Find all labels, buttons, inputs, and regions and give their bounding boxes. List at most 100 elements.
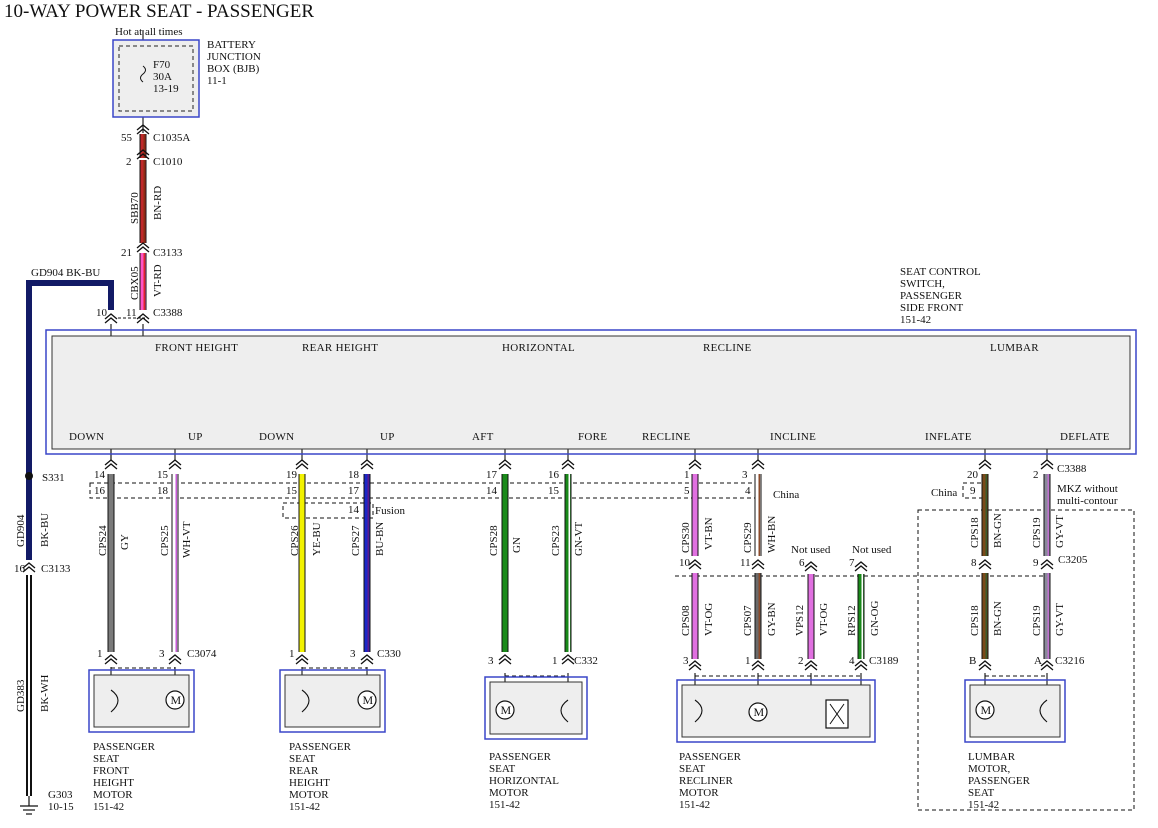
c3205-connector-icon-8-2 (978, 563, 992, 570)
alt-connector-box (89, 482, 757, 499)
circuit-cps29: CPS29 (742, 522, 754, 553)
c3205-connector-icon-6-2 (688, 563, 702, 570)
note-china-recline: China (773, 489, 799, 501)
circuit-cps27: CPS27 (350, 525, 362, 556)
switch-pin-connector-icon-3-2 (360, 463, 374, 470)
c3388-feed-connector-icon-2 (136, 317, 150, 324)
pin-cps24: 14 (94, 469, 106, 481)
color-cps18-lower: BN-GN (992, 601, 1004, 636)
c3133-feed-connector-icon-2 (136, 246, 150, 253)
mpin-cps07: 1 (745, 655, 751, 667)
motor-label-recliner: PASSENGER SEAT RECLINER MOTOR 151-42 (679, 751, 742, 811)
mpin-cps19: A (1034, 655, 1042, 667)
wiring-diagram: M M M M M 10-WAY POWER SEAT - PASSENGER Hot … (4, 1, 1137, 815)
switch-pin-connector-icon-6-2 (688, 463, 702, 470)
function-horizontal: HORIZONTAL (502, 342, 575, 354)
svg-text:HORIZONTAL: HORIZONTAL (489, 775, 559, 787)
bjb-name-4: 11-1 (207, 75, 227, 87)
circuit-cps19-lower: CPS19 (1031, 605, 1043, 636)
circuit-rps12: RPS12 (846, 605, 858, 636)
motor-pin-connector-icon-2-2 (295, 658, 309, 665)
circuit-cps18-lower: CPS18 (969, 605, 981, 636)
pin-cps27: 18 (348, 469, 360, 481)
note-mkz-2: multi-contour (1057, 495, 1118, 507)
switch-name-1: SEAT CONTROL (900, 266, 981, 278)
battery-junction-box: Hot at all times BATTERY JUNCTION BOX (B… (112, 26, 261, 118)
c3216-label: C3216 (1055, 655, 1085, 667)
svg-text:MOTOR: MOTOR (489, 787, 529, 799)
svg-text:SEAT: SEAT (93, 753, 120, 765)
mpin-cps25: 3 (159, 648, 165, 660)
gd383-circuit: GD383 (15, 679, 27, 712)
svg-text:LUMBAR: LUMBAR (968, 751, 1016, 763)
diagram-title: 10-WAY POWER SEAT - PASSENGER (4, 1, 314, 22)
circuit-cps26: CPS26 (289, 525, 301, 556)
c330-label: C330 (377, 648, 401, 660)
g303-ref: 10-15 (48, 801, 74, 813)
color-cps19-upper: GY-VT (1054, 515, 1066, 548)
gd904-circuit: GD904 (15, 514, 27, 547)
alt-pin-cps18: 9 (970, 485, 976, 497)
mpin-cps24: 1 (97, 648, 103, 660)
mid-pin-cps19: 9 (1033, 557, 1039, 569)
svg-text:151-42: 151-42 (679, 799, 710, 811)
pin-cps19: 2 (1033, 469, 1039, 481)
mpin-cps08: 3 (683, 655, 689, 667)
svg-text:SEAT: SEAT (968, 787, 995, 799)
position-inflate: INFLATE (925, 431, 972, 443)
c1010-pin: 2 (126, 156, 132, 168)
mid-pin-cps29: 11 (740, 557, 751, 569)
mpin-cps23: 1 (552, 655, 558, 667)
note-mkz-1: MKZ without (1057, 483, 1118, 495)
c1035a-pin: 55 (121, 132, 133, 144)
motor-pin-connector-icon-1-2 (168, 658, 182, 665)
position-aft: AFT (472, 431, 494, 443)
svg-text:MOTOR,: MOTOR, (968, 763, 1011, 775)
position-up-rear: UP (380, 431, 395, 443)
rear-height-motor-icon-letter: M (363, 693, 374, 707)
gd904-color: BK-BU (39, 513, 51, 547)
mid-pin-cps30: 10 (679, 557, 691, 569)
note-china-lumbar: China (931, 487, 957, 499)
color-cps24: GY (119, 534, 131, 550)
motor-pin-connector-icon-0-2 (104, 658, 118, 665)
c332-label: C332 (574, 655, 598, 667)
color-cps29: WH-BN (766, 516, 778, 553)
svg-text:SEAT: SEAT (679, 763, 706, 775)
alt-pin-cps24: 16 (94, 485, 106, 497)
svg-text:PASSENGER: PASSENGER (93, 741, 156, 753)
circuit-cps23: CPS23 (550, 525, 562, 556)
not-used-connector-icon-1-2 (854, 565, 868, 572)
switch-pin-connector-icon-9-2 (1040, 463, 1054, 470)
mkz-option-box (917, 509, 1135, 811)
motor-pin-connector-icon-r1-2 (854, 664, 868, 671)
svg-text:PASSENGER: PASSENGER (968, 775, 1031, 787)
svg-text:MOTOR: MOTOR (93, 789, 133, 801)
note-fusion: Fusion (375, 505, 405, 517)
function-front-height: FRONT HEIGHT (155, 342, 238, 354)
pin-cps25: 15 (157, 469, 169, 481)
switch-pin-connector-icon-2-2 (295, 463, 309, 470)
mpin-cps27: 3 (350, 648, 356, 660)
pin-cps28: 17 (486, 469, 498, 481)
svg-text:REAR: REAR (289, 765, 319, 777)
c1035a-label: C1035A (153, 132, 190, 144)
circuit-cps07: CPS07 (742, 605, 754, 636)
c3205-label: C3205 (1058, 554, 1088, 566)
motor-pin-connector-icon-6-2 (688, 664, 702, 671)
lumbar-motor-icon-letter: M (981, 703, 992, 717)
color-cps26: YE-BU (311, 522, 323, 556)
position-incline: INCLINE (770, 431, 816, 443)
alt-pin-cps27: 17 (348, 485, 360, 497)
sbb70-circuit: SBB70 (129, 192, 141, 224)
function-recline: RECLINE (703, 342, 752, 354)
c3133-feed-pin: 21 (121, 247, 132, 259)
alt-pin-cps26: 15 (286, 485, 298, 497)
svg-text:HEIGHT: HEIGHT (93, 777, 134, 789)
fuse-rating: 30A (153, 71, 172, 83)
motor-pin-connector-icon-9-2 (1040, 664, 1054, 671)
c1010-label: C1010 (153, 156, 183, 168)
color-cps25: WH-VT (181, 521, 193, 558)
position-deflate: DEFLATE (1060, 431, 1110, 443)
color-cps07: GY-BN (766, 602, 778, 636)
